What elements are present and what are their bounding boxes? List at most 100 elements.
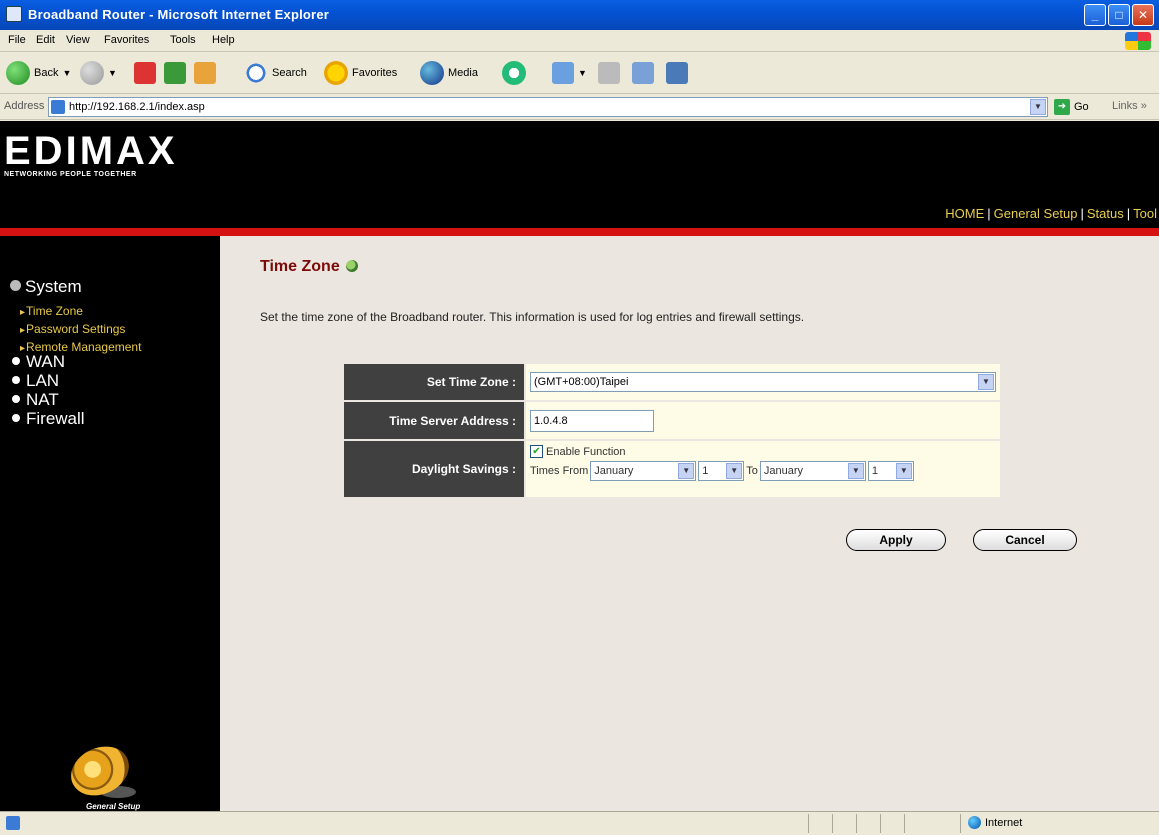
maximize-button[interactable]: □: [1108, 4, 1130, 26]
mail-icon: [552, 62, 574, 84]
chevron-down-icon: ▼: [62, 68, 72, 78]
enable-function-label: Enable Function: [546, 445, 626, 458]
windows-logo-icon: [1125, 32, 1151, 50]
chevron-down-icon[interactable]: ▼: [1030, 99, 1046, 115]
chevron-down-icon: ▼: [978, 374, 994, 390]
to-label: To: [746, 465, 758, 477]
general-setup-graphic: General Setup: [60, 737, 160, 816]
sidebar-item-time-zone[interactable]: Time Zone: [20, 303, 141, 321]
time-server-input[interactable]: 1.0.4.8: [530, 409, 654, 432]
home-button[interactable]: [194, 60, 216, 86]
sidebar-item-password-settings[interactable]: Password Settings: [20, 321, 141, 339]
chevron-down-icon: ▼: [847, 463, 864, 479]
form-row-daylight-savings: Daylight Savings : ✔ Enable Function Tim…: [344, 441, 1000, 497]
time-zone-label: Set Time Zone :: [344, 364, 524, 400]
banner: EDIMAX NETWORKING PEOPLE TOGETHER HOME | G…: [0, 121, 1159, 228]
edit-button[interactable]: [632, 60, 654, 86]
edimax-logo: EDIMAX NETWORKING PEOPLE TOGETHER: [4, 129, 178, 178]
globe-icon: [968, 816, 981, 829]
back-button[interactable]: Back ▼: [6, 60, 71, 86]
refresh-button[interactable]: [164, 60, 186, 86]
forward-button[interactable]: ▼: [80, 60, 117, 86]
to-month-select[interactable]: January ▼: [759, 461, 866, 481]
security-zone: Internet: [968, 816, 1022, 829]
go-arrow-icon: ➜: [1054, 99, 1070, 115]
time-zone-select[interactable]: (GMT+08:00)Taipei ▼: [530, 372, 996, 392]
go-button[interactable]: ➜ Go: [1054, 98, 1089, 116]
mail-button[interactable]: ▼: [552, 60, 587, 86]
chevron-down-icon: ▼: [678, 463, 695, 479]
menu-view[interactable]: View: [66, 34, 90, 46]
sidebar-item-lan[interactable]: LAN: [12, 371, 59, 391]
page-icon: [51, 100, 65, 114]
red-divider: [0, 228, 1159, 236]
home-icon: [194, 62, 216, 84]
forward-arrow-icon: [80, 61, 104, 85]
menu-favorites[interactable]: Favorites: [104, 34, 149, 46]
messenger-icon: [666, 62, 688, 84]
address-input[interactable]: http://192.168.2.1/index.asp ▼: [48, 97, 1048, 117]
stop-icon: [134, 62, 156, 84]
globe-icon: [345, 260, 358, 272]
times-from-label: Times From: [530, 465, 589, 477]
apply-button[interactable]: Apply: [846, 529, 946, 551]
system-submenu: Time Zone Password Settings Remote Manag…: [20, 303, 141, 357]
back-arrow-icon: [6, 61, 30, 85]
status-bar: Internet: [0, 811, 1159, 835]
menu-file[interactable]: File: [8, 34, 26, 46]
media-button[interactable]: Media: [420, 60, 478, 86]
page-description: Set the time zone of the Broadband route…: [260, 310, 805, 324]
minimize-button[interactable]: _: [1084, 4, 1106, 26]
menu-edit[interactable]: Edit: [36, 34, 55, 46]
sidebar: System Time Zone Password Settings Remot…: [0, 236, 220, 811]
sidebar-item-firewall[interactable]: Firewall: [12, 409, 85, 429]
form-row-time-server: Time Server Address : 1.0.4.8: [344, 402, 1000, 439]
history-button[interactable]: [502, 60, 526, 86]
menu-bar: File Edit View Favorites Tools Help: [0, 30, 1159, 52]
favorites-button[interactable]: Favorites: [324, 60, 397, 86]
form-row-time-zone: Set Time Zone : (GMT+08:00)Taipei ▼: [344, 364, 1000, 400]
address-bar: Address http://192.168.2.1/index.asp ▼ ➜…: [0, 94, 1159, 120]
enable-function-checkbox[interactable]: ✔: [530, 445, 543, 458]
chevron-down-icon: ▼: [108, 68, 117, 78]
sidebar-item-wan[interactable]: WAN: [12, 352, 65, 372]
media-icon: [420, 61, 444, 85]
ie-icon: [6, 6, 22, 22]
to-day-select[interactable]: 1 ▼: [867, 461, 914, 481]
window-title-bar[interactable]: Broadband Router - Microsoft Internet Ex…: [0, 0, 1159, 30]
browser-toolbar: Back ▼ ▼ Search Favorites Media ▼: [0, 52, 1159, 94]
messenger-button[interactable]: [666, 60, 688, 86]
chevron-down-icon: ▼: [726, 463, 743, 479]
search-icon: [244, 61, 268, 85]
cancel-button[interactable]: Cancel: [973, 529, 1077, 551]
links-button[interactable]: Links »: [1112, 100, 1147, 112]
menu-help[interactable]: Help: [212, 34, 235, 46]
nav-home[interactable]: HOME: [945, 206, 984, 221]
close-button[interactable]: ✕: [1132, 4, 1154, 26]
nav-tool[interactable]: Tool: [1133, 206, 1157, 221]
page-title: Time Zone: [260, 258, 358, 276]
time-zone-form: Set Time Zone : (GMT+08:00)Taipei ▼ Time…: [344, 364, 1000, 499]
sidebar-item-nat[interactable]: NAT: [12, 390, 59, 410]
stop-button[interactable]: [134, 60, 156, 86]
daylight-savings-label: Daylight Savings :: [344, 441, 524, 497]
nav-status[interactable]: Status: [1087, 206, 1124, 221]
address-label: Address: [4, 100, 45, 112]
menu-tools[interactable]: Tools: [170, 34, 196, 46]
time-server-label: Time Server Address :: [344, 402, 524, 439]
edit-icon: [632, 62, 654, 84]
refresh-icon: [164, 62, 186, 84]
sidebar-item-system[interactable]: System: [10, 277, 82, 297]
from-day-select[interactable]: 1 ▼: [698, 461, 745, 481]
history-icon: [502, 61, 526, 85]
nav-general-setup[interactable]: General Setup: [994, 206, 1078, 221]
print-button[interactable]: [598, 60, 620, 86]
from-month-select[interactable]: January ▼: [590, 461, 697, 481]
top-navigation: HOME | General Setup | Status | Tool: [945, 206, 1157, 221]
search-button[interactable]: Search: [244, 60, 307, 86]
chevron-down-icon: ▼: [578, 68, 587, 78]
window-title: Broadband Router - Microsoft Internet Ex…: [28, 7, 330, 22]
sidebar-caption: General Setup: [86, 802, 141, 811]
chevron-down-icon: ▼: [895, 463, 912, 479]
main-content: Time Zone Set the time zone of the Broad…: [220, 236, 1159, 811]
